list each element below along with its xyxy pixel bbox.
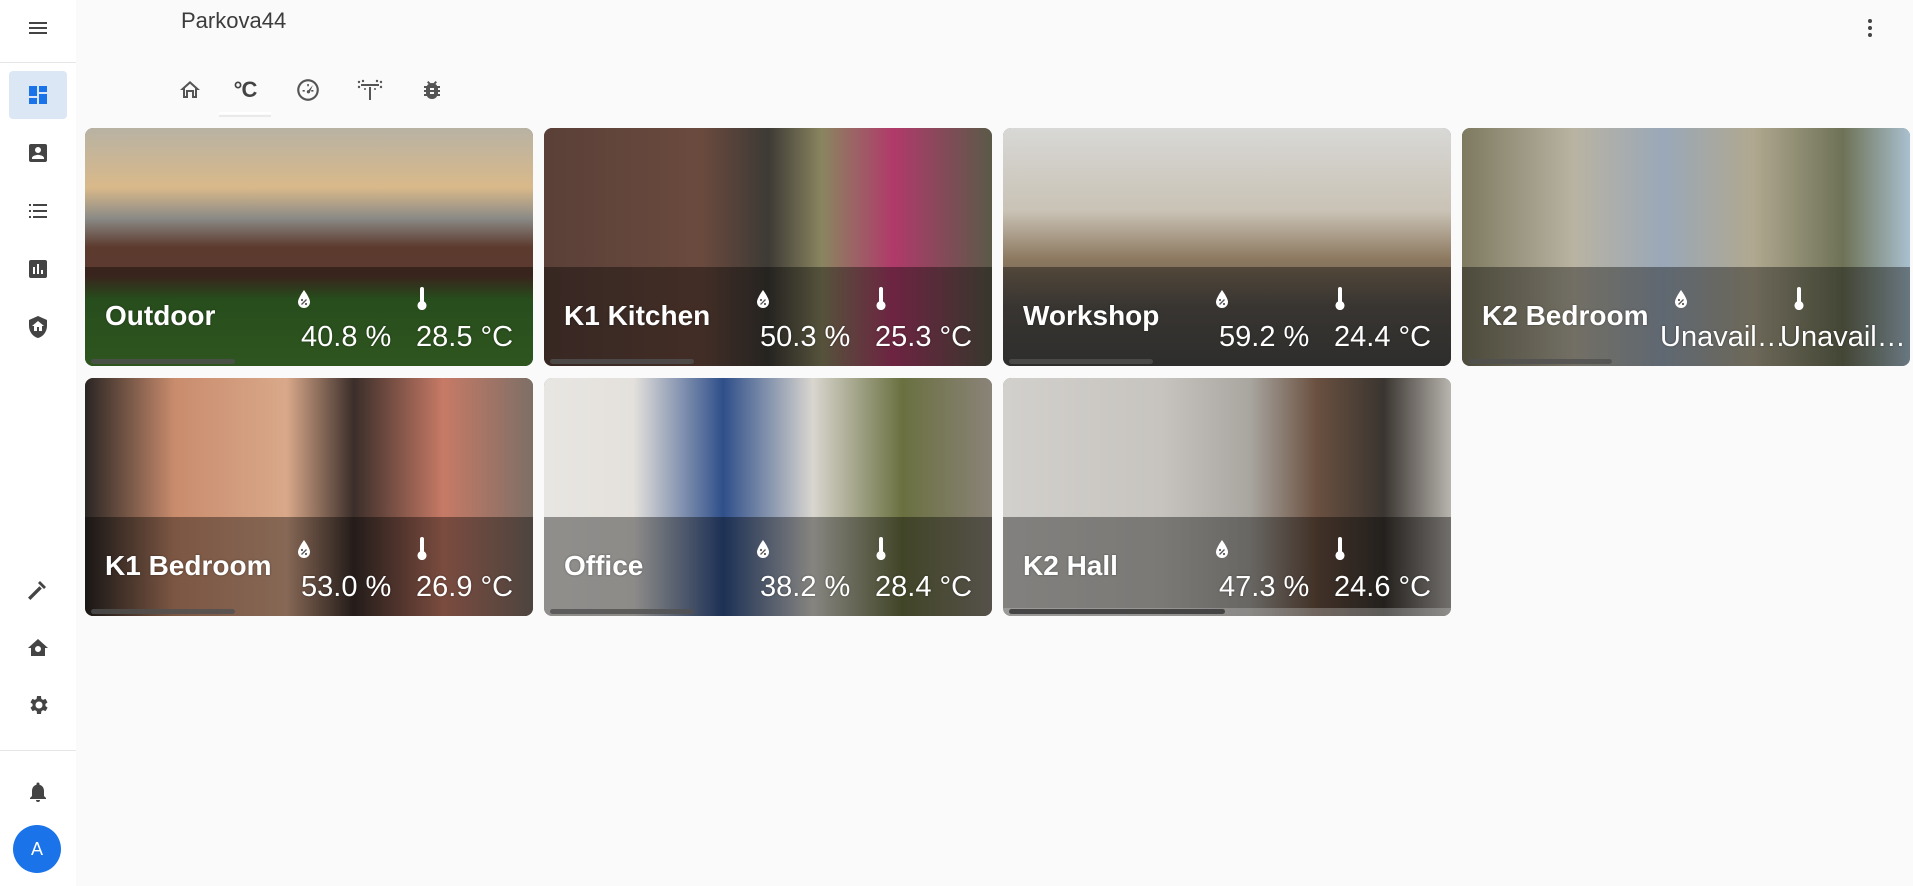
scrollbar-thumb[interactable]	[1009, 359, 1153, 364]
humidity-icon[interactable]	[293, 286, 315, 312]
temperature-value[interactable]: 26.9 °C	[416, 571, 513, 604]
humidity-value[interactable]: 53.0 %	[301, 571, 391, 604]
humidity-value[interactable]: 47.3 %	[1219, 571, 1309, 604]
sidebar-item-notifications[interactable]	[9, 768, 67, 816]
thermometer-icon[interactable]	[870, 536, 892, 562]
gauge-icon	[297, 79, 319, 101]
menu-button[interactable]	[18, 8, 58, 48]
account-box-icon	[29, 144, 47, 162]
scrollbar-thumb[interactable]	[1468, 359, 1612, 364]
humidity-value[interactable]: 40.8 %	[301, 321, 391, 354]
humidity-icon[interactable]	[752, 536, 774, 562]
room-name: Workshop	[1023, 300, 1160, 331]
dashboard-icon	[29, 86, 47, 104]
bell-icon	[30, 782, 46, 802]
sidebar-divider	[0, 62, 76, 63]
scrollbar-thumb[interactable]	[91, 359, 235, 364]
temperature-value[interactable]: 24.6 °C	[1334, 571, 1431, 604]
humidity-icon[interactable]	[752, 286, 774, 312]
tab-gauge[interactable]	[282, 68, 334, 112]
sidebar-item-home-assistant[interactable]	[9, 624, 67, 672]
humidity-icon[interactable]	[1670, 286, 1692, 312]
scrollbar-thumb[interactable]	[550, 359, 694, 364]
scrollbar-thumb[interactable]	[1009, 609, 1225, 614]
room-card[interactable]: Workshop 59.2 % 24.4 °C	[1003, 128, 1451, 366]
temperature-value[interactable]: 24.4 °C	[1334, 321, 1431, 354]
shield-home-icon	[29, 316, 47, 338]
room-name: K2 Bedroom	[1482, 300, 1649, 331]
temperature-value[interactable]: 25.3 °C	[875, 321, 972, 354]
sidebar-item-developer-tools[interactable]	[9, 566, 67, 614]
sidebar-item-map[interactable]	[9, 129, 67, 177]
dots-vertical-icon	[1868, 19, 1872, 37]
thermometer-icon[interactable]	[1329, 536, 1351, 562]
sidebar-item-history[interactable]	[9, 245, 67, 293]
tab-sprinkler[interactable]	[344, 68, 396, 112]
humidity-value[interactable]: 50.3 %	[760, 321, 850, 354]
thermometer-icon[interactable]	[411, 536, 433, 562]
humidity-icon[interactable]	[293, 536, 315, 562]
scrollbar-thumb[interactable]	[550, 609, 694, 614]
overflow-menu-button[interactable]	[1852, 8, 1888, 48]
tab-bug[interactable]	[406, 68, 458, 112]
humidity-icon[interactable]	[1211, 536, 1233, 562]
room-card[interactable]: Outdoor 40.8 % 28.5 °C	[85, 128, 533, 366]
scrollbar-thumb[interactable]	[91, 609, 235, 614]
tab-temperature-label: °C	[233, 77, 258, 102]
humidity-value[interactable]: 38.2 %	[760, 571, 850, 604]
chart-icon	[29, 260, 47, 278]
gear-icon	[30, 696, 48, 714]
avatar[interactable]: A	[13, 825, 61, 873]
room-name: Outdoor	[105, 300, 216, 331]
sidebar-item-settings[interactable]	[9, 681, 67, 729]
humidity-icon[interactable]	[1211, 286, 1233, 312]
tab-temperature[interactable]: °C	[219, 68, 271, 114]
humidity-value[interactable]: 59.2 %	[1219, 321, 1309, 354]
thermometer-icon[interactable]	[870, 286, 892, 312]
tab-active-indicator	[219, 115, 271, 117]
room-name: K2 Hall	[1023, 550, 1118, 581]
list-icon	[29, 204, 47, 218]
menu-icon	[29, 22, 47, 34]
room-card[interactable]: Office 38.2 % 28.4 °C	[544, 378, 992, 616]
sidebar: A	[0, 0, 76, 886]
temperature-value[interactable]: Unavail…	[1780, 321, 1906, 354]
tab-home[interactable]	[164, 68, 216, 112]
room-card[interactable]: K2 Bedroom Unavail… Unavail…	[1462, 128, 1910, 366]
home-icon	[180, 81, 200, 98]
sidebar-item-logbook[interactable]	[9, 187, 67, 235]
hammer-icon	[28, 581, 46, 600]
avatar-letter: A	[30, 838, 43, 859]
room-name: K1 Kitchen	[564, 300, 711, 331]
sidebar-item-overview[interactable]	[9, 71, 67, 119]
page-title: Parkova44	[181, 8, 287, 33]
temperature-value[interactable]: 28.5 °C	[416, 321, 513, 354]
room-card[interactable]: K1 Bedroom 53.0 % 26.9 °C	[85, 378, 533, 616]
sidebar-item-security[interactable]	[9, 303, 67, 351]
home-gear-icon	[28, 639, 48, 656]
temperature-value[interactable]: 28.4 °C	[875, 571, 972, 604]
thermometer-icon[interactable]	[1329, 286, 1351, 312]
thermometer-icon[interactable]	[411, 286, 433, 312]
room-name: Office	[564, 550, 644, 581]
sprinkler-icon	[357, 79, 383, 100]
bug-icon	[424, 81, 440, 100]
room-card[interactable]: K2 Hall 47.3 % 24.6 °C	[1003, 378, 1451, 616]
sidebar-divider-bottom	[0, 750, 76, 751]
humidity-value[interactable]: Unavail…	[1660, 321, 1786, 354]
thermometer-icon[interactable]	[1788, 286, 1810, 312]
room-card[interactable]: K1 Kitchen 50.3 % 25.3 °C	[544, 128, 992, 366]
room-name: K1 Bedroom	[105, 550, 272, 581]
